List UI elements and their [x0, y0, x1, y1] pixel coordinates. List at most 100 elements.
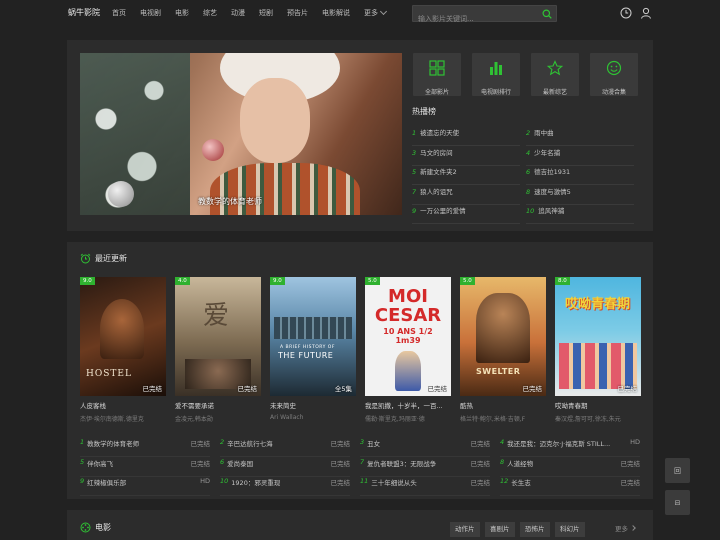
- hot-rank: 8: [526, 187, 531, 196]
- status-label: 已完结: [237, 385, 258, 393]
- poster-actors: 秦汉煜,詹可可,徐冻,朱元: [555, 416, 621, 423]
- list-rank: 9: [80, 477, 85, 485]
- poster-title[interactable]: 哎呦青春期: [555, 400, 641, 410]
- poster-card[interactable]: HOSTEL 9.0 已完结: [80, 277, 166, 396]
- list-item[interactable]: 12 长生志 已完结: [500, 477, 640, 496]
- hot-rank: 6: [526, 168, 531, 176]
- list-status: 已完结: [470, 479, 491, 487]
- poster-art-city: [274, 317, 352, 339]
- nav-tv[interactable]: 电视剧: [140, 8, 161, 18]
- poster-title[interactable]: 酷热: [460, 400, 546, 410]
- quick-link-anime[interactable]: 动漫合集: [590, 53, 638, 96]
- hot-list-item[interactable]: 4 少年名捕: [526, 147, 634, 166]
- quick-link-all-movies[interactable]: 全部影片: [413, 53, 461, 96]
- search-input[interactable]: [413, 11, 533, 27]
- chevron-down-icon: [379, 7, 388, 16]
- poster-card[interactable]: 哎呦青春期 8.0 已完结: [555, 277, 641, 396]
- hot-list-item[interactable]: 3 马文的房间: [412, 147, 520, 166]
- history-clock-icon[interactable]: [620, 7, 632, 19]
- list-item[interactable]: 5 伴你高飞 已完结: [80, 458, 210, 477]
- poster-subtext: A BRIEF HISTORY OF: [280, 345, 335, 350]
- hot-list-item[interactable]: 5 新建文件夹2: [412, 166, 520, 185]
- poster-title[interactable]: 未来简史: [270, 400, 356, 410]
- list-title: 辛巴达航行七海: [227, 440, 273, 448]
- poster-text: THE FUTURE: [278, 351, 334, 360]
- hot-list-item[interactable]: 8 速度与激情5: [526, 186, 634, 205]
- poster-art-figures: [476, 293, 530, 363]
- list-item[interactable]: 4 我还是我：迈克尔·J·福克斯 STILL... HD: [500, 438, 640, 457]
- user-icon[interactable]: [640, 7, 652, 19]
- float-button-feedback[interactable]: ⊟: [665, 490, 690, 515]
- status-label: 全5集: [334, 385, 352, 393]
- list-status: HD: [630, 438, 640, 446]
- poster-title[interactable]: 人皮客栈: [80, 400, 166, 410]
- hot-title: 德吉拉1931: [534, 168, 571, 176]
- poster-text: HOSTEL: [86, 369, 132, 379]
- quick-link-label: 最新综艺: [542, 89, 567, 96]
- list-status: 已完结: [190, 460, 211, 468]
- list-item[interactable]: 6 爱尚泰国 已完结: [220, 458, 350, 477]
- more-link[interactable]: 更多: [615, 523, 636, 533]
- list-status: 已完结: [330, 440, 351, 448]
- tag-horror[interactable]: 恐怖片: [520, 522, 550, 537]
- status-label: 已完结: [617, 385, 638, 393]
- banner-art-ornament: [202, 139, 224, 161]
- nav-trailer[interactable]: 预告片: [287, 8, 308, 18]
- nav-commentary[interactable]: 电影解说: [322, 8, 350, 18]
- hot-list-item[interactable]: 1 被遗忘的天使: [412, 127, 520, 146]
- nav-anime[interactable]: 动漫: [231, 8, 245, 18]
- hot-list-item[interactable]: 2 雨中曲: [526, 127, 634, 146]
- list-rank: 4: [500, 438, 505, 446]
- hot-list-item[interactable]: 7 狼人的诅咒: [412, 186, 520, 205]
- poster-card[interactable]: MOI CESAR 10 ANS 1/2 1m39 5.0 已完结: [365, 277, 451, 396]
- poster-text: 爱: [203, 301, 230, 331]
- tag-action[interactable]: 动作片: [450, 522, 480, 537]
- hot-title: 一万公里的爱情: [420, 207, 466, 215]
- quick-link-variety[interactable]: 最新综艺: [531, 53, 579, 96]
- poster-card[interactable]: 爱 4.0 已完结: [175, 277, 261, 396]
- site-logo[interactable]: 蜗牛影院: [68, 7, 100, 18]
- status-label: 已完结: [427, 385, 448, 393]
- list-title: 1920：邪灵重现: [231, 479, 281, 487]
- tag-comedy[interactable]: 喜剧片: [485, 522, 515, 537]
- featured-banner[interactable]: 教数学的体育老师: [80, 53, 402, 215]
- list-title: 红辣椒俱乐部: [87, 479, 127, 487]
- nav-variety[interactable]: 综艺: [203, 8, 217, 18]
- poster-title[interactable]: 我是凯撒，十岁半，一百...: [365, 400, 451, 410]
- hot-list-item[interactable]: 10 追风神捕: [526, 205, 634, 224]
- list-title: 三十年细说从头: [371, 479, 417, 487]
- poster-card[interactable]: SWELTER 5.0 已完结: [460, 277, 546, 396]
- nav-home[interactable]: 首页: [112, 8, 126, 18]
- poster-title[interactable]: 爱不需要承诺: [175, 400, 261, 410]
- list-rank: 11: [360, 477, 369, 485]
- list-title: 爱尚泰国: [227, 460, 254, 468]
- list-item[interactable]: 8 人道经物 已完结: [500, 458, 640, 477]
- quick-link-tv-ranking[interactable]: 电视剧排行: [472, 53, 520, 96]
- section-title: 电影: [95, 523, 111, 532]
- list-item[interactable]: 1 教数学的体育老师 已完结: [80, 438, 210, 457]
- float-button-top[interactable]: 回: [665, 458, 690, 483]
- chevron-right-icon: [630, 525, 636, 531]
- list-item[interactable]: 7 复仇者联盟3：无限战争 已完结: [360, 458, 490, 477]
- movie-section: 电影 动作片 喜剧片 恐怖片 科幻片 更多: [67, 510, 653, 540]
- list-item[interactable]: 3 丑女 已完结: [360, 438, 490, 457]
- list-item[interactable]: 2 辛巴达航行七海 已完结: [220, 438, 350, 457]
- list-title: 复仇者联盟3：无限战争: [367, 460, 437, 468]
- nav-short[interactable]: 短剧: [259, 8, 273, 18]
- hot-list-item[interactable]: 6 德吉拉1931: [526, 166, 634, 185]
- list-item[interactable]: 9 红辣椒俱乐部 HD: [80, 477, 210, 496]
- nav-movie[interactable]: 电影: [175, 8, 189, 18]
- score-badge: 8.0: [555, 277, 570, 285]
- list-item[interactable]: 11 三十年细说从头 已完结: [360, 477, 490, 496]
- score-badge: 9.0: [270, 277, 285, 285]
- nav-more[interactable]: 更多: [364, 7, 388, 18]
- list-item[interactable]: 10 1920：邪灵重现 已完结: [220, 477, 350, 496]
- hot-list-item[interactable]: 9 一万公里的爱情: [412, 205, 520, 224]
- hot-title: 雨中曲: [534, 129, 554, 137]
- poster-card[interactable]: A BRIEF HISTORY OF THE FUTURE 9.0 全5集: [270, 277, 356, 396]
- tag-scifi[interactable]: 科幻片: [555, 522, 585, 537]
- hot-rank: 2: [526, 129, 531, 137]
- hot-title: 被遗忘的天使: [420, 129, 460, 137]
- search-icon[interactable]: [542, 9, 552, 19]
- list-rank: 5: [80, 458, 85, 466]
